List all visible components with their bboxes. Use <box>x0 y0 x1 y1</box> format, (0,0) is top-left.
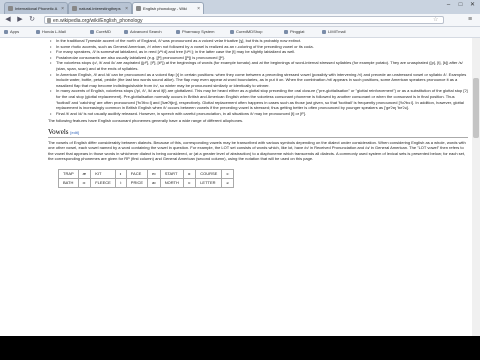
screen-frame: International Phonetic A × natural.inter… <box>0 0 480 360</box>
bookmark-limitmail[interactable]: LIMITmail <box>322 27 346 37</box>
table-row: BATH ɑː FLEECE iː PRICE aɪ NORTH ɔː LETT… <box>58 177 235 188</box>
bookmark-icon <box>322 29 326 34</box>
address-bar-url: en.wikipedia.org/wiki/English_phonology <box>53 18 143 24</box>
list-item: In American English, /t/ and /d/ can be … <box>48 72 468 89</box>
tab-ipa[interactable]: International Phonetic A × <box>4 2 68 14</box>
bookmark-icon <box>176 29 180 34</box>
bookmark-pinggiat[interactable]: Pinggiat <box>284 27 304 37</box>
bookmarks-bar: Apps Honda L-Mail CureMD Advanced Search… <box>0 27 480 38</box>
article-content: In the traditional Tyneside accent of th… <box>48 38 468 336</box>
maximize-button[interactable]: □ <box>455 1 466 10</box>
bookmark-apps[interactable]: Apps <box>4 27 19 37</box>
apps-icon <box>4 29 8 34</box>
forward-button[interactable]: ▶ <box>16 16 24 24</box>
vowels-paragraph: The vowels of English differ considerabl… <box>48 139 466 162</box>
bookmark-curedmdshop[interactable]: CuredMDShop <box>230 27 262 37</box>
tab-strip: International Phonetic A × natural.inter… <box>0 0 480 14</box>
tab-label: International Phonetic A <box>15 6 58 11</box>
list-item: Final /t/ and /d/ is not usually audibly… <box>48 111 468 117</box>
wikipedia-favicon-icon <box>8 6 13 11</box>
list-item: In many accents of English, voiceless st… <box>48 88 468 110</box>
black-letterbox-bar <box>0 336 480 360</box>
bookmark-icon <box>36 29 40 34</box>
close-tab-icon[interactable]: × <box>125 3 128 14</box>
bookmark-pharmacy-system[interactable]: Pharmacy System <box>176 27 214 37</box>
bookmark-icon <box>90 29 94 34</box>
scrollbar-thumb[interactable] <box>473 78 479 138</box>
bookmark-star-icon[interactable]: ☆ <box>433 16 438 23</box>
vowels-heading: Vowels [edit] <box>48 127 468 138</box>
bookmark-icon <box>230 29 234 34</box>
chrome-menu-button[interactable]: ≡ <box>468 16 472 24</box>
tab-english-phonology[interactable]: English phonology - Wiki × <box>132 2 204 14</box>
tab-natural[interactable]: natural.interestingtheps × <box>68 2 132 14</box>
minimize-button[interactable]: – <box>443 1 454 10</box>
vowels-heading-text: Vowels <box>48 127 69 136</box>
bookmark-curemd[interactable]: CureMD <box>90 27 111 37</box>
close-window-button[interactable]: ✕ <box>467 1 478 10</box>
edit-section-link[interactable]: [edit] <box>70 130 79 135</box>
list-item: The voiceless stops /p/, /t/ and /k/ are… <box>48 60 468 71</box>
bookmark-icon <box>284 29 288 34</box>
browser-toolbar: ◀ ▶ ↻ en.wikipedia.org/wiki/English_phon… <box>0 14 480 27</box>
back-button[interactable]: ◀ <box>4 16 12 24</box>
reload-button[interactable]: ↻ <box>28 16 36 24</box>
bookmark-icon <box>124 29 128 34</box>
summary-paragraph: The following features have English cons… <box>48 118 244 124</box>
page-info-icon[interactable] <box>47 18 51 23</box>
tab-label: natural.interestingtheps <box>79 6 121 11</box>
table-row: TRAP æ KIT ɪ FACE eɪ START ɑː COURSE ɔː <box>58 168 235 179</box>
close-tab-icon[interactable]: × <box>61 3 64 14</box>
tab-label: English phonology - Wiki <box>143 6 187 11</box>
bookmark-honda-lmail[interactable]: Honda L-Mail <box>36 27 66 37</box>
page-favicon-icon <box>72 6 77 11</box>
bookmark-advanced-search[interactable]: Advanced Search <box>124 27 162 37</box>
address-bar[interactable]: en.wikipedia.org/wiki/English_phonology <box>44 16 444 24</box>
vertical-scrollbar[interactable] <box>472 38 480 336</box>
browser-window: International Phonetic A × natural.inter… <box>0 0 480 336</box>
lexical-sets-table: TRAP æ KIT ɪ FACE eɪ START ɑː COURSE ɔː … <box>58 168 235 188</box>
wikipedia-favicon-icon <box>136 6 141 11</box>
close-tab-icon[interactable]: × <box>197 3 200 14</box>
